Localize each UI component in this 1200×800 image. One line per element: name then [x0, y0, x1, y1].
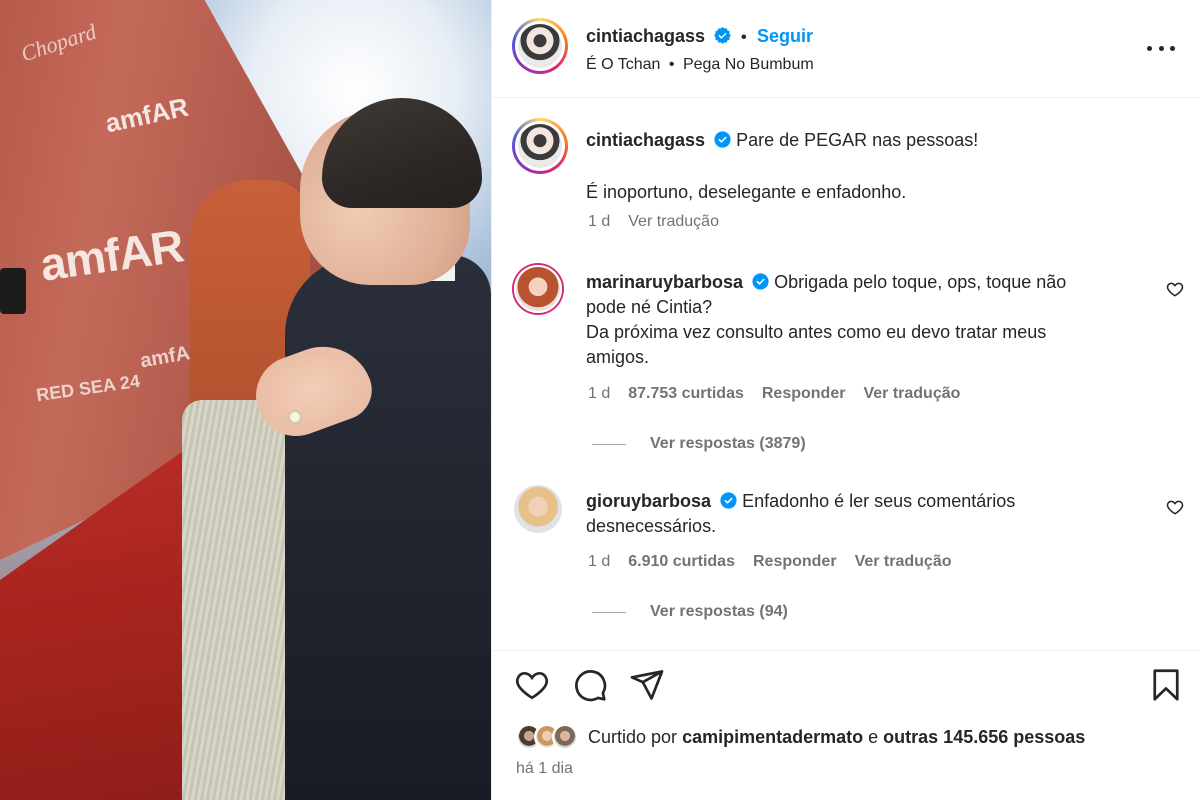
comment-text: pode né Cintia? [586, 297, 713, 317]
post-header: cintiachagass • Seguir É O Tchan • Pega … [492, 0, 1200, 98]
photo-camera [0, 268, 26, 314]
post-detail-panel: cintiachagass • Seguir É O Tchan • Pega … [491, 0, 1200, 800]
comment-icon[interactable] [572, 667, 608, 703]
author-avatar[interactable] [512, 18, 568, 74]
share-icon[interactable] [629, 667, 665, 703]
comment-meta: 1 d 87.753 curtidas Responder Ver traduç… [588, 385, 960, 403]
caption-avatar[interactable] [512, 118, 568, 174]
caption-line-1: cintiachagass Pare de PEGAR nas pessoas! [586, 128, 978, 153]
audio-artist: É O Tchan [586, 56, 661, 73]
comment-likes[interactable]: 6.910 curtidas [628, 553, 735, 571]
comment-time[interactable]: 1 d [588, 553, 610, 571]
post-timestamp[interactable]: há 1 dia [516, 760, 573, 778]
view-replies-button[interactable]: Ver respostas (94) [592, 603, 788, 621]
verified-badge-icon [714, 131, 731, 148]
comment-text: desnecessários. [586, 516, 717, 536]
view-replies-button[interactable]: Ver respostas (3879) [592, 435, 806, 453]
verified-badge-icon [752, 273, 769, 290]
liked-by-and: e [868, 726, 879, 747]
comment-translate-link[interactable]: Ver tradução [863, 385, 960, 403]
comment-reply-button[interactable]: Responder [753, 553, 837, 571]
liked-by-row[interactable]: Curtido por camipimentadermato e outras … [516, 724, 1085, 750]
more-options-icon[interactable] [1147, 34, 1175, 62]
audio-song: Pega No Bumbum [682, 56, 814, 73]
photo-man-suit [285, 255, 491, 800]
caption-translate-link[interactable]: Ver tradução [628, 213, 719, 231]
comment-username[interactable]: gioruybarbosa [586, 491, 711, 511]
verified-badge-icon [720, 492, 737, 509]
caption-time[interactable]: 1 d [588, 213, 610, 231]
comment-text: amigos. [586, 347, 650, 367]
comment-meta: 1 d 6.910 curtidas Responder Ver traduçã… [588, 553, 952, 571]
caption-text-2: É inoportuno, deselegante e enfadonho. [586, 182, 907, 202]
comment-avatar[interactable] [514, 485, 562, 533]
liked-by-prefix: Curtido por [588, 726, 678, 747]
header-separator: • [740, 29, 747, 46]
post-photo[interactable]: Chopard amfAR amfAR amfAR RED SEA 24 [0, 0, 491, 800]
liked-by-user[interactable]: camipimentadermato [682, 727, 863, 747]
heart-icon[interactable] [1166, 498, 1184, 516]
bookmark-icon[interactable] [1148, 667, 1184, 703]
caption-text: Pare de PEGAR nas pessoas! [736, 130, 979, 150]
replies-divider [592, 611, 626, 613]
caption-username[interactable]: cintiachagass [586, 130, 705, 150]
comment-text: Enfadonho é ler seus comentários [742, 491, 1016, 511]
audio-attribution[interactable]: É O Tchan • Pega No Bumbum [586, 56, 814, 74]
comment-avatar[interactable] [514, 265, 562, 313]
liker-avatar [552, 724, 578, 750]
comment-username[interactable]: marinaruybarbosa [586, 272, 743, 292]
follow-button[interactable]: Seguir [757, 26, 813, 46]
caption-meta: 1 d Ver tradução [588, 213, 719, 231]
view-replies-label: Ver respostas (3879) [650, 435, 806, 452]
author-username[interactable]: cintiachagass [586, 26, 705, 46]
heart-icon[interactable] [1166, 280, 1184, 298]
comment-text: Obrigada pelo toque, ops, toque não [774, 272, 1067, 292]
comment-translate-link[interactable]: Ver tradução [855, 553, 952, 571]
comment-time[interactable]: 1 d [588, 385, 610, 403]
comment-likes[interactable]: 87.753 curtidas [628, 385, 744, 403]
verified-badge-icon [713, 27, 731, 44]
liked-by-text: Curtido por camipimentadermato e outras … [588, 727, 1085, 748]
replies-divider [592, 443, 626, 445]
comment-body: gioruybarbosa Enfadonho é ler seus comen… [586, 489, 1146, 539]
view-replies-label: Ver respostas (94) [650, 603, 788, 620]
photo-ring [288, 410, 302, 424]
audio-separator: • [668, 56, 675, 73]
comment-body: marinaruybarbosa Obrigada pelo toque, op… [586, 270, 1146, 370]
comment-reply-button[interactable]: Responder [762, 385, 846, 403]
liked-by-others[interactable]: outras 145.656 pessoas [883, 727, 1085, 747]
heart-icon[interactable] [514, 667, 550, 703]
comment-text: Da próxima vez consulto antes como eu de… [586, 322, 1047, 342]
